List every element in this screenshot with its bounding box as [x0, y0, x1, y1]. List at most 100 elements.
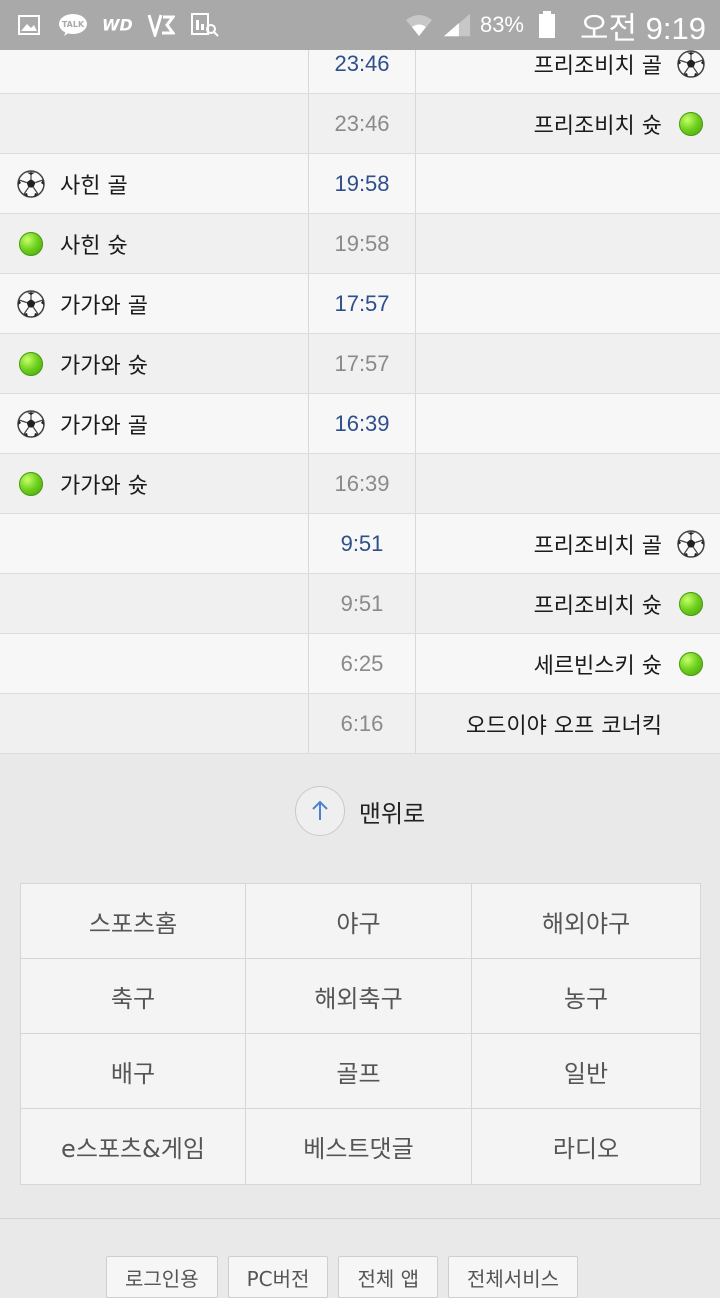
soccer-ball-icon — [676, 49, 706, 79]
away-event-text: 프리조비치 골 — [533, 533, 662, 559]
away-event — [416, 394, 720, 453]
home-event-text: 가가와 슛 — [60, 473, 148, 499]
home-event-text: 사힌 골 — [60, 173, 128, 199]
category-link[interactable]: 해외축구 — [246, 959, 472, 1034]
event-time: 16:39 — [309, 394, 416, 453]
event-time: 19:58 — [309, 154, 416, 213]
timeline-row: 9:51 프리조비치 골 — [0, 514, 720, 574]
timeline-row: 가가와 슛 16:39 — [0, 454, 720, 514]
timeline-row: 23:46 프리조비치 슛 — [0, 94, 720, 154]
footer-links: 로그인용 PC버전 전체 앱 전체서비스 — [106, 1256, 578, 1298]
shot-dot-icon — [16, 349, 46, 379]
footer-button[interactable]: PC버전 — [227, 1256, 329, 1298]
away-event — [416, 214, 720, 273]
timeline-row: 사힌 슛 19:58 — [0, 214, 720, 274]
wifi-icon — [404, 10, 434, 40]
kakaotalk-icon: TALK — [58, 10, 88, 40]
home-event: 가가와 골 — [0, 394, 309, 453]
event-time: 6:16 — [309, 694, 416, 753]
category-link[interactable]: 축구 — [21, 959, 246, 1034]
away-event-text: 프리조비치 슛 — [533, 113, 662, 139]
home-event-text: 가가와 슛 — [60, 353, 148, 379]
home-event-text: 사힌 슛 — [60, 233, 128, 259]
category-link[interactable]: e스포츠&게임 — [21, 1109, 246, 1184]
section-divider — [0, 1218, 720, 1219]
timeline-row: 가가와 골 17:57 — [0, 274, 720, 334]
home-event — [0, 514, 309, 573]
footer-button[interactable]: 로그인용 — [106, 1256, 218, 1298]
svg-text:TALK: TALK — [62, 20, 85, 29]
away-event: 프리조비치 슛 — [416, 94, 720, 153]
away-event — [416, 274, 720, 333]
event-time: 17:57 — [309, 274, 416, 333]
timeline-row: 6:16 오드이야 오프 코너킥 — [0, 694, 720, 754]
soccer-ball-icon — [16, 289, 46, 319]
away-event: 프리조비치 골 — [416, 514, 720, 573]
event-time: 17:57 — [309, 334, 416, 393]
wd-icon: WD — [102, 10, 132, 40]
event-time: 9:51 — [309, 574, 416, 633]
home-event-text: 가가와 골 — [60, 293, 148, 319]
shot-dot-icon — [16, 469, 46, 499]
home-event: 가가와 골 — [0, 274, 309, 333]
timeline-row: 사힌 골 19:58 — [0, 154, 720, 214]
away-event-text: 세르빈스키 슛 — [533, 653, 662, 679]
timeline-row: 6:25 세르빈스키 슛 — [0, 634, 720, 694]
sports-category-menu: 스포츠홈 야구 해외야구축구 해외축구 농구배구 골프 일반 e스포츠&게임 베스트댓글 라디오 — [20, 883, 701, 1185]
svg-text:WD: WD — [102, 16, 132, 35]
shot-dot-icon — [16, 229, 46, 259]
home-event: 사힌 골 — [0, 154, 309, 213]
category-link[interactable]: 골프 — [246, 1034, 472, 1109]
clock: 오전 9:19 — [580, 10, 706, 46]
system-status: 83% 오전 9:19 — [404, 3, 720, 48]
timeline-row: 가가와 슛 17:57 — [0, 334, 720, 394]
soccer-ball-icon — [16, 169, 46, 199]
footer-button[interactable]: 전체서비스 — [448, 1256, 578, 1298]
category-link[interactable]: 농구 — [472, 959, 700, 1034]
scroll-to-top[interactable]: 맨위로 — [0, 786, 720, 836]
away-event: 오드이야 오프 코너킥 — [416, 694, 720, 753]
scroll-to-top-label[interactable]: 맨위로 — [359, 794, 425, 829]
signal-icon — [442, 10, 472, 40]
shot-dot-icon — [676, 109, 706, 139]
away-event — [416, 454, 720, 513]
event-time: 19:58 — [309, 214, 416, 273]
timeline-row: 9:51 프리조비치 슛 — [0, 574, 720, 634]
event-time: 23:46 — [309, 94, 416, 153]
category-link[interactable]: 스포츠홈 — [21, 884, 246, 959]
category-link[interactable]: 라디오 — [472, 1109, 700, 1184]
chart-search-icon — [190, 10, 220, 40]
category-link[interactable]: 일반 — [472, 1034, 700, 1109]
away-event — [416, 334, 720, 393]
event-time: 16:39 — [309, 454, 416, 513]
away-event: 프리조비치 슛 — [416, 574, 720, 633]
shot-dot-icon — [676, 649, 706, 679]
notification-icons: TALK WD — [0, 10, 220, 40]
away-event-text: 오드이야 오프 코너킥 — [465, 713, 662, 739]
category-link[interactable]: 야구 — [246, 884, 472, 959]
category-link[interactable]: 베스트댓글 — [246, 1109, 472, 1184]
home-event — [0, 574, 309, 633]
gallery-icon — [14, 10, 44, 40]
battery-icon — [532, 10, 562, 40]
match-timeline: 23:46 프리조비치 골 23:46 프리조비치 슛 사힌 골 19:58 사힌 슛 19:… — [0, 34, 720, 754]
away-event-text: 프리조비치 슛 — [533, 593, 662, 619]
home-event-text: 가가와 골 — [60, 413, 148, 439]
home-event: 가가와 슛 — [0, 454, 309, 513]
footer-button[interactable]: 전체 앱 — [338, 1256, 438, 1298]
category-link[interactable]: 배구 — [21, 1034, 246, 1109]
timeline-row: 가가와 골 16:39 — [0, 394, 720, 454]
home-event — [0, 694, 309, 753]
away-event-text: 프리조비치 골 — [533, 53, 662, 79]
event-time: 9:51 — [309, 514, 416, 573]
away-event — [416, 154, 720, 213]
soccer-ball-icon — [16, 409, 46, 439]
soccer-ball-icon — [676, 529, 706, 559]
away-event: 세르빈스키 슛 — [416, 634, 720, 693]
event-time: 6:25 — [309, 634, 416, 693]
home-event: 가가와 슛 — [0, 334, 309, 393]
shot-dot-icon — [676, 589, 706, 619]
category-link[interactable]: 해외야구 — [472, 884, 700, 959]
home-event: 사힌 슛 — [0, 214, 309, 273]
arrow-up-icon[interactable] — [294, 786, 345, 836]
